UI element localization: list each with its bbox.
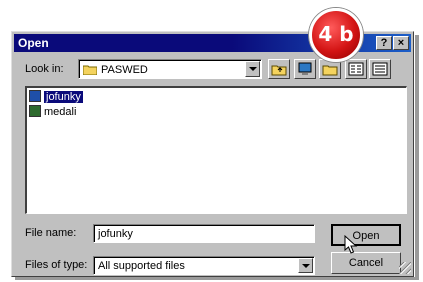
file-name-input[interactable]: jofunky bbox=[93, 224, 315, 243]
up-folder-icon bbox=[271, 65, 287, 76]
file-list[interactable]: jofunky medali bbox=[25, 86, 407, 214]
up-folder-button[interactable] bbox=[268, 59, 290, 79]
desktop-icon bbox=[298, 62, 312, 75]
details-view-icon bbox=[372, 62, 388, 76]
resize-grip[interactable] bbox=[399, 262, 411, 274]
look-in-value: PASWED bbox=[101, 64, 148, 76]
file-type-value: All supported files bbox=[98, 260, 185, 272]
new-folder-icon bbox=[322, 65, 338, 76]
open-button[interactable]: Open bbox=[331, 224, 401, 246]
file-name-value: jofunky bbox=[98, 228, 133, 240]
file-name: jofunky bbox=[44, 91, 83, 103]
list-view-button[interactable] bbox=[345, 59, 367, 79]
cancel-button[interactable]: Cancel bbox=[331, 252, 401, 274]
file-type-dropdown[interactable] bbox=[298, 258, 313, 273]
close-button[interactable]: × bbox=[393, 36, 409, 50]
list-item[interactable]: jofunky bbox=[29, 90, 83, 104]
list-item[interactable]: medali bbox=[29, 105, 76, 119]
file-type-select[interactable]: All supported files bbox=[93, 256, 315, 275]
new-folder-button[interactable] bbox=[319, 59, 341, 79]
folder-icon bbox=[82, 64, 98, 76]
file-type-label: Files of type: bbox=[25, 259, 88, 271]
look-in-dropdown[interactable] bbox=[245, 61, 260, 77]
mouse-pointer-icon bbox=[344, 235, 358, 254]
step-badge: 4 b bbox=[309, 8, 363, 62]
spreadsheet-icon bbox=[29, 90, 41, 102]
file-name: medali bbox=[44, 106, 77, 118]
file-name-label: File name: bbox=[25, 227, 77, 239]
file-type-field: All supported files bbox=[94, 257, 314, 274]
desktop-button[interactable] bbox=[294, 59, 316, 79]
dialog-shadow bbox=[415, 35, 419, 279]
look-in-label: Look in: bbox=[25, 63, 64, 75]
help-button[interactable]: ? bbox=[376, 36, 392, 50]
details-view-button[interactable] bbox=[369, 59, 391, 79]
window-title: Open bbox=[18, 36, 49, 50]
dialog-shadow-bottom bbox=[15, 277, 419, 280]
file-name-field: jofunky bbox=[94, 225, 314, 242]
list-view-icon bbox=[348, 62, 364, 76]
look-in-select[interactable]: PASWED bbox=[78, 59, 262, 79]
spreadsheet-icon bbox=[29, 105, 41, 117]
look-in-field: PASWED bbox=[79, 60, 261, 78]
